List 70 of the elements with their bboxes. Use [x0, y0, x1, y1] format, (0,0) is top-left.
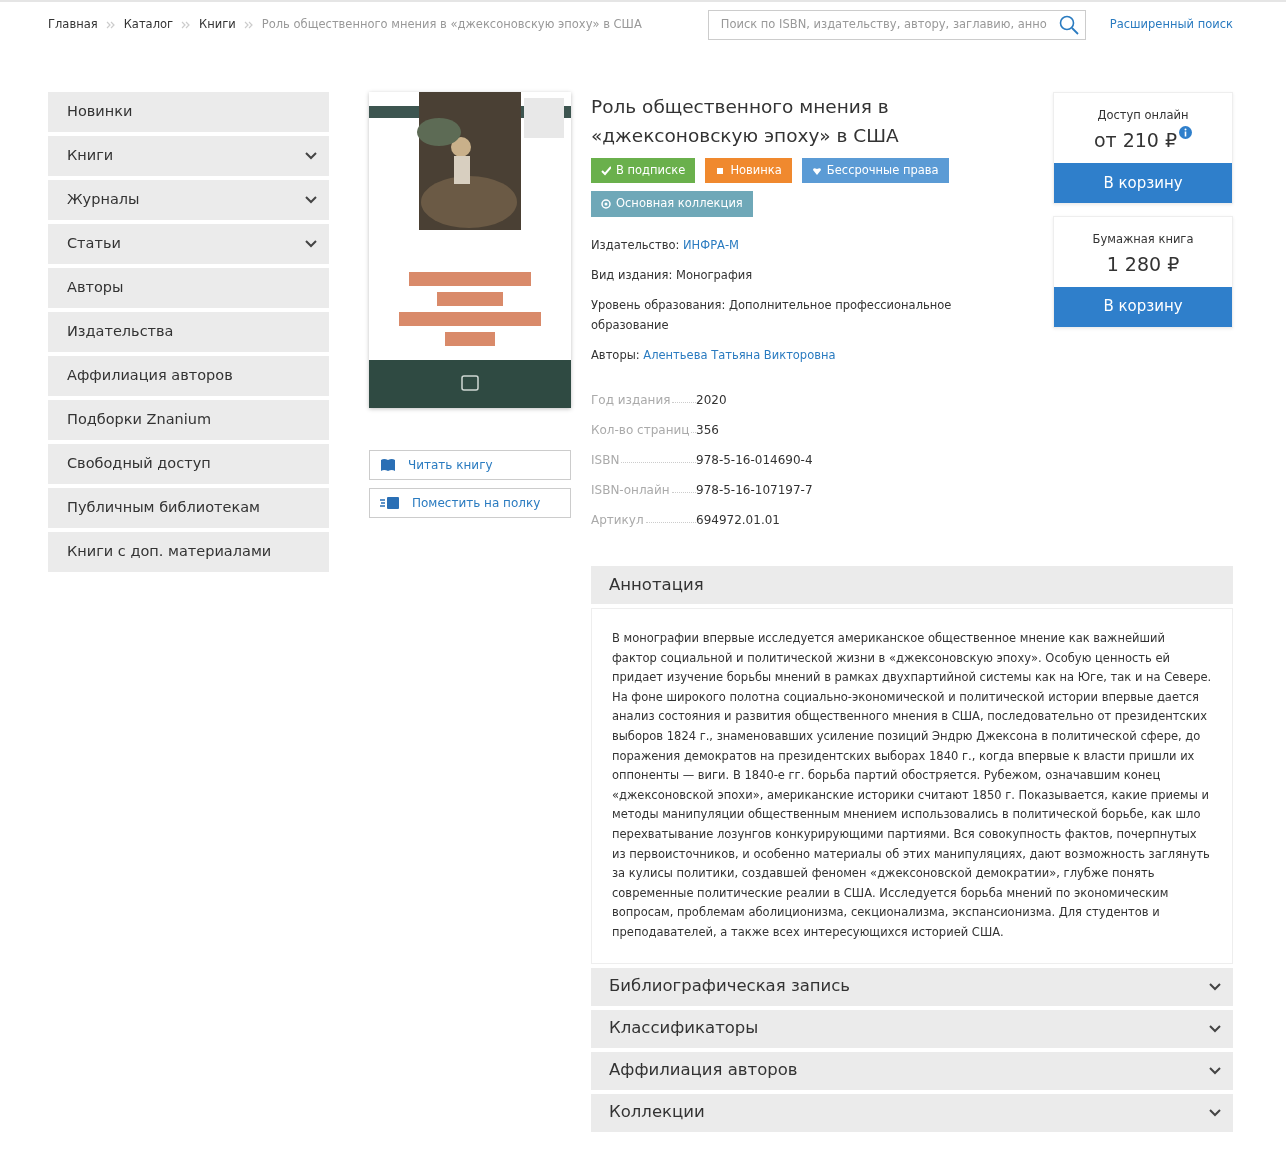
fact-value: 2020 [696, 391, 727, 409]
fact-label: ISBN-онлайн [591, 481, 670, 499]
sidebar-item[interactable]: Книги с доп. материалами [48, 532, 329, 572]
sidebar-item[interactable]: Подборки Znanium [48, 400, 329, 440]
tag-badge: Основная коллекция [591, 191, 753, 217]
add-to-shelf-button[interactable]: Поместить на полку [369, 488, 571, 518]
chevron-down-icon [1209, 1108, 1221, 1117]
search-icon[interactable] [1058, 15, 1079, 35]
breadcrumb-link[interactable]: Главная [48, 16, 98, 34]
offer-label: Бумажная книга [1091, 230, 1195, 248]
fact-value: 694972.01.01 [696, 511, 780, 529]
fact-label: Артикул [591, 511, 644, 529]
chevron-down-icon [1209, 982, 1221, 991]
sidebar-item[interactable]: Журналы [48, 180, 329, 220]
chevron-down-icon [1209, 1066, 1221, 1075]
fact-label: Год издания [591, 391, 671, 409]
sidebar-item[interactable]: Аффилиация авторов [48, 356, 329, 396]
breadcrumb-link[interactable]: Каталог [123, 16, 174, 34]
fact-label: Кол-во страниц [591, 421, 690, 439]
accordion-header[interactable]: Классификаторы [591, 1009, 1233, 1048]
circle-icon [601, 198, 611, 209]
add-to-cart-button[interactable]: В корзину [1054, 162, 1232, 203]
search-field[interactable]: Поиск по ISBN, издательству, автору, заглавию, анно [707, 10, 1086, 40]
breadcrumb-separator-icon [105, 21, 116, 29]
advanced-search-link[interactable]: Расширенный поиск [1085, 16, 1233, 34]
detail-link[interactable]: Алентьева Татьяна Викторовна [643, 347, 836, 362]
breadcrumb-separator-icon [181, 21, 192, 29]
book-icon [380, 458, 396, 472]
book-stack-icon [380, 496, 400, 510]
breadcrumb-current: Роль общественного мнения в «джексоновскую эпоху» в США [261, 16, 642, 34]
accordion-header[interactable]: Коллекции [591, 1093, 1233, 1132]
chevron-down-icon [1209, 1024, 1221, 1033]
chevron-down-icon [305, 240, 317, 248]
add-to-cart-button[interactable]: В корзину [1054, 286, 1232, 327]
offer-label: Доступ онлайн [1096, 107, 1190, 124]
check-icon [601, 165, 611, 176]
sidebar-item[interactable]: Издательства [48, 312, 329, 352]
detail-text: Вид издания: Монография [591, 266, 754, 284]
info-icon[interactable] [1179, 126, 1193, 140]
detail-text: Уровень образования: Дополнительное профессиональное образование [591, 296, 953, 334]
book-title: Роль общественного мнения в «джексоновскую эпоху» в США [591, 95, 900, 148]
read-book-button[interactable]: Читать книгу [369, 450, 571, 480]
detail-text: Издательство: ИНФРА-М [591, 236, 740, 254]
sidebar-item[interactable]: Статьи [48, 224, 329, 264]
chevron-down-icon [305, 196, 317, 204]
price-text: от 210 ₽ [1093, 128, 1178, 154]
chevron-down-icon [305, 152, 317, 160]
square-icon [715, 165, 726, 176]
breadcrumb-separator-icon [243, 21, 254, 29]
heart-icon [811, 165, 822, 176]
tag-badge: Новинка [705, 158, 792, 184]
accordion-header[interactable]: Аннотация [591, 566, 1233, 604]
price-text: 1 280 ₽ [1106, 252, 1180, 277]
sidebar-item[interactable]: Новинки [48, 92, 329, 132]
accordion-header[interactable]: Библиографическая запись [591, 967, 1233, 1006]
detail-link[interactable]: ИНФРА-М [683, 237, 739, 252]
fact-value: 356 [696, 421, 719, 439]
tag-badge: Бессрочные права [801, 158, 949, 184]
detail-text: Авторы: Алентьева Татьяна Викторовна [591, 346, 837, 364]
sidebar-item[interactable]: Свободный доступ [48, 444, 329, 484]
breadcrumb-link[interactable]: Книги [199, 16, 236, 34]
sidebar-item[interactable]: Публичным библиотекам [48, 488, 329, 528]
fact-value: 978-5-16-014690-4 [696, 451, 813, 469]
fact-label: ISBN [591, 451, 620, 469]
tag-badge: В подписке [591, 158, 696, 184]
sidebar-item[interactable]: Авторы [48, 268, 329, 308]
annotation-text: В монографии впервые исследуется американское общественное мнение как важнейший фактор социальной и политической жизни в «джексоновскую эпоху». Особую ценность ей придает изучение борьбы мнений в рамках двухпартийной системы как на Юге, так и на Севере. На фоне широкого полотна социально-экономической и политической истории впервые дается анализ состояния и развития общественного мнения в США, последовательно от президентских выборов 1824 г., знаменовавших усиление позиций Эндрю Джексона в политической сфере, до поражения демократов на президентских выборах 1840 г., когда впервые к власти пришли их оппоненты — виги. В 1840-е гг. борьба партий обостряется. Рубежом, означавшим конец «джексоновской эпохи», американские историки считают 1850 г. Показывается, какие приемы и методы манипуляции общественным мнением использовались в политической борьбе, как шло перехватывание лозунгов конкурирующими партиями. Вся совокупность фактов, почерпнутых из первоисточников, и особенно материалы об этих манипуляциях, дают возможность заглянуть за кулисы политики, создавшей феномен «джексоновской демократии», глубже понять современные политические реалии в США. Исследуется борьба мнений по экономическим вопросам, проблемам аболиционизма, секционализма, экспансионизма. Для студентов и преподавателей, а также всех интересующихся историей США. [591, 608, 1233, 964]
sidebar-item[interactable]: Книги [48, 136, 329, 176]
fact-value: 978-5-16-107197-7 [696, 481, 813, 499]
accordion-header[interactable]: Аффилиация авторов [591, 1051, 1233, 1090]
